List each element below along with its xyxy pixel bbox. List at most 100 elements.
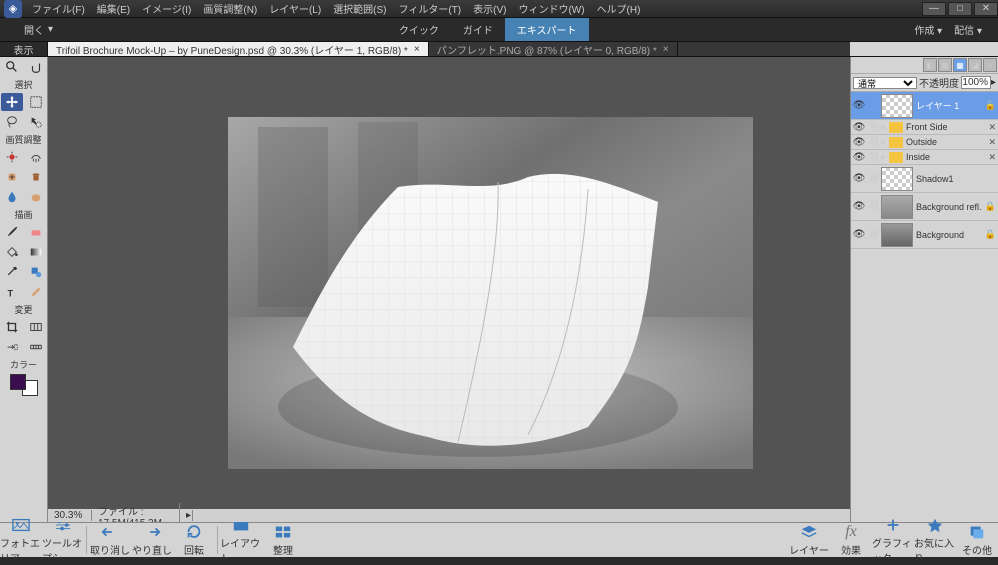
spot-heal-tool[interactable] xyxy=(1,168,23,186)
menu-file[interactable]: ファイル(F) xyxy=(28,0,89,18)
panel-opt-3[interactable]: ▦ xyxy=(953,58,967,72)
redeye-tool[interactable] xyxy=(1,148,23,166)
visibility-icon[interactable]: 👁 xyxy=(853,122,865,133)
panel-opt-1[interactable]: ◧ xyxy=(923,58,937,72)
delete-icon[interactable]: ✕ xyxy=(988,122,996,133)
whiten-tool[interactable] xyxy=(25,148,47,166)
link-icon[interactable]: ⛓ xyxy=(868,201,878,212)
link-icon[interactable]: ⛓ xyxy=(868,152,878,163)
layer-row[interactable]: 👁⛓▸ Outside ✕ xyxy=(851,135,998,150)
visibility-icon[interactable]: 👁 xyxy=(853,173,865,184)
close-window-button[interactable]: ✕ xyxy=(974,2,998,16)
organize-button[interactable]: 整理 xyxy=(262,523,304,557)
mode-guide[interactable]: ガイド xyxy=(451,18,505,41)
layer-thumb[interactable] xyxy=(881,167,913,191)
straighten-tool[interactable] xyxy=(25,338,47,356)
menu-view[interactable]: 表示(V) xyxy=(469,0,510,18)
status-menu[interactable]: ▸ xyxy=(180,510,193,521)
layer-thumb[interactable] xyxy=(881,223,913,247)
visibility-icon[interactable]: 👁 xyxy=(853,229,865,240)
layer-thumb[interactable] xyxy=(881,195,913,219)
text-tool[interactable]: T xyxy=(1,283,23,301)
recompose-tool[interactable] xyxy=(25,318,47,336)
link-icon[interactable]: ⛓ xyxy=(868,229,878,240)
sponge-tool[interactable] xyxy=(25,188,47,206)
lock-icon[interactable]: 🔒 xyxy=(985,229,996,240)
gradient-tool[interactable] xyxy=(25,243,47,261)
mode-quick[interactable]: クイック xyxy=(387,18,451,41)
foreground-color[interactable] xyxy=(10,374,26,390)
close-tab-1[interactable]: × xyxy=(414,44,420,55)
canvas[interactable]: 30.3% ファイル : 17.5M/415.3M ▸ xyxy=(48,57,850,522)
delete-icon[interactable]: ✕ xyxy=(988,152,996,163)
blend-mode-select[interactable]: 通常 xyxy=(853,77,917,89)
layer-thumb[interactable] xyxy=(881,94,913,118)
move-tool[interactable] xyxy=(1,93,23,111)
menu-window[interactable]: ウィンドウ(W) xyxy=(514,0,588,18)
shape-tool[interactable] xyxy=(25,263,47,281)
eyedropper-tool[interactable] xyxy=(1,263,23,281)
pencil-tool[interactable] xyxy=(25,283,47,301)
undo-button[interactable]: 取り消し xyxy=(89,523,131,557)
zoom-tool[interactable] xyxy=(1,58,23,76)
layer-name[interactable]: Front Side xyxy=(906,122,985,132)
blur-tool[interactable] xyxy=(1,188,23,206)
rotate-button[interactable]: 回転 xyxy=(173,523,215,557)
panel-opt-2[interactable]: ▦ xyxy=(938,58,952,72)
menu-layer[interactable]: レイヤー(L) xyxy=(265,0,325,18)
link-icon[interactable]: ⛓ xyxy=(868,137,878,148)
layer-name[interactable]: Shadow1 xyxy=(916,174,996,184)
menu-edit[interactable]: 編集(E) xyxy=(93,0,134,18)
deliver-button[interactable]: 配信 ▾ xyxy=(954,22,982,37)
layout-button[interactable]: レイアウト xyxy=(220,516,262,565)
document-tab-1[interactable]: Trifoil Brochure Mock-Up – by PuneDesign… xyxy=(48,42,429,56)
menu-adjust[interactable]: 画質調整(N) xyxy=(199,0,261,18)
document-tab-2[interactable]: パンフレット.PNG @ 87% (レイヤー 0, RGB/8) *× xyxy=(429,42,678,56)
layer-name[interactable]: Outside xyxy=(906,137,985,147)
tool-options-button[interactable]: ツールオプシ... xyxy=(42,516,84,565)
link-icon[interactable]: ⛓ xyxy=(868,122,878,133)
visibility-icon[interactable]: 👁 xyxy=(853,137,865,148)
visibility-icon[interactable]: 👁 xyxy=(853,152,865,163)
favorites-button[interactable]: お気に入り xyxy=(914,516,956,565)
hand-tool[interactable] xyxy=(25,58,47,76)
opacity-value[interactable]: 100% xyxy=(961,76,991,89)
open-button[interactable]: 開く▾ xyxy=(16,20,61,39)
brush-tool[interactable] xyxy=(1,223,23,241)
lock-icon[interactable]: 🔒 xyxy=(985,201,996,212)
layer-name[interactable]: Background refl... xyxy=(916,202,982,212)
layer-row[interactable]: 👁⛓▸ Front Side ✕ xyxy=(851,120,998,135)
fill-tool[interactable] xyxy=(1,243,23,261)
more-button[interactable]: その他 xyxy=(956,523,998,557)
layer-row[interactable]: 👁 レイヤー 1 🔒 xyxy=(851,92,998,120)
link-icon[interactable]: ⛓ xyxy=(868,173,878,184)
layer-row[interactable]: 👁⛓ Shadow1 xyxy=(851,165,998,193)
menu-filter[interactable]: フィルター(T) xyxy=(395,0,466,18)
layer-row[interactable]: 👁⛓ Background 🔒 xyxy=(851,221,998,249)
menu-image[interactable]: イメージ(I) xyxy=(138,0,195,18)
visibility-icon[interactable]: 👁 xyxy=(853,201,865,212)
minimize-button[interactable]: — xyxy=(922,2,946,16)
create-button[interactable]: 作成 ▾ xyxy=(914,22,942,37)
layer-name[interactable]: Inside xyxy=(906,152,985,162)
layer-row[interactable]: 👁⛓▸ Inside ✕ xyxy=(851,150,998,165)
marquee-tool[interactable] xyxy=(25,93,47,111)
graphics-button[interactable]: グラフィック xyxy=(872,516,914,565)
menu-help[interactable]: ヘルプ(H) xyxy=(593,0,645,18)
layer-name[interactable]: レイヤー 1 xyxy=(916,99,982,112)
close-tab-2[interactable]: × xyxy=(663,44,669,55)
effects-button[interactable]: fx効果 xyxy=(830,523,872,557)
layers-button[interactable]: レイヤー xyxy=(788,523,830,557)
crop-tool[interactable] xyxy=(1,318,23,336)
photo-bin-button[interactable]: フォトエリア xyxy=(0,516,42,565)
color-swatch[interactable] xyxy=(10,374,38,396)
delete-icon[interactable]: ✕ xyxy=(988,137,996,148)
quick-select-tool[interactable] xyxy=(25,113,47,131)
content-move-tool[interactable] xyxy=(1,338,23,356)
maximize-button[interactable]: □ xyxy=(948,2,972,16)
lasso-tool[interactable] xyxy=(1,113,23,131)
panel-opt-4[interactable]: ◪ xyxy=(968,58,982,72)
layer-row[interactable]: 👁⛓ Background refl... 🔒 xyxy=(851,193,998,221)
lock-icon[interactable]: 🔒 xyxy=(985,100,996,111)
visibility-icon[interactable]: 👁 xyxy=(853,100,865,111)
